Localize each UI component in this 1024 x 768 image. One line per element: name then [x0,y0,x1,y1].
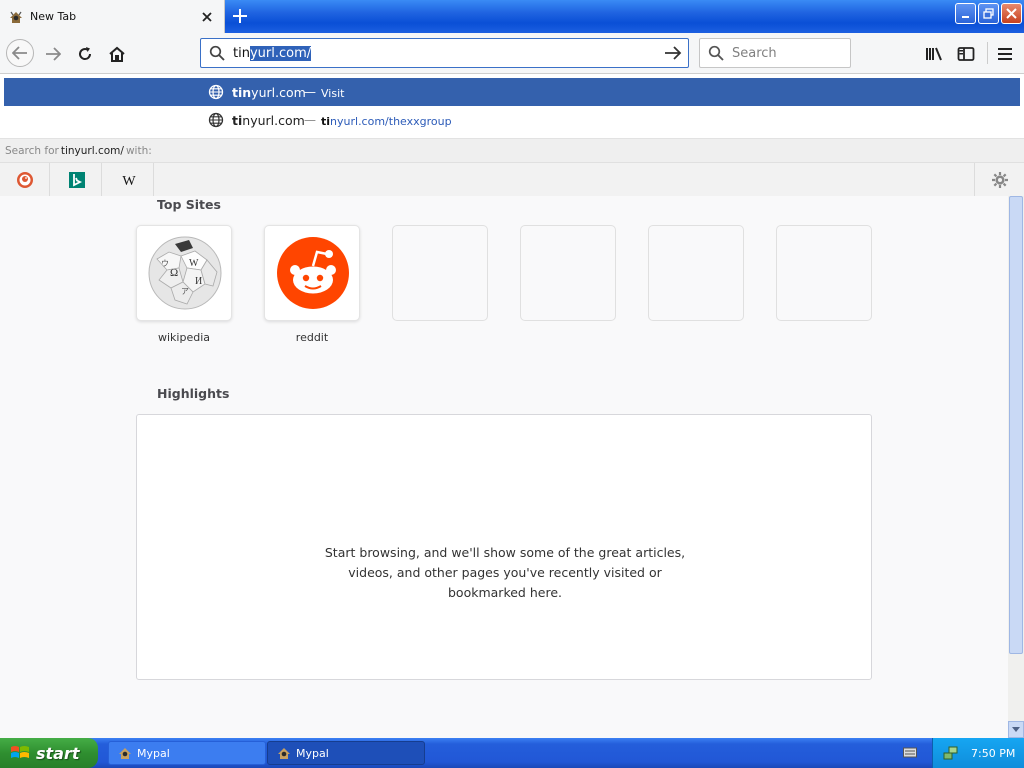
address-text: tin yurl.com/ [233,45,312,61]
autocomplete-title: tinyurl.com [232,112,305,128]
mypal-app-icon [278,748,290,759]
scrollbar-thumb[interactable] [1009,196,1023,654]
autocomplete-title: tinyurl.com [232,84,306,100]
sidebar-toggle-icon[interactable] [953,41,979,67]
home-icon[interactable] [104,41,130,67]
top-site-label: reddit [295,331,329,344]
svg-text:ウ: ウ [161,259,169,268]
close-window-icon[interactable] [1001,3,1022,24]
svg-text:W: W [122,174,136,187]
start-label: start [36,743,80,763]
search-icon [209,45,225,61]
mypal-favicon-icon [10,11,22,23]
autocomplete-action: Visit [321,87,345,100]
window-titlebar: New Tab [0,0,1024,33]
search-for-query: tinyurl.com/ [60,144,124,157]
svg-text:ア: ア [181,287,189,296]
top-site-tile-empty[interactable] [520,225,616,321]
top-site-tile-wikipedia[interactable]: Ω W И ウ ア [136,225,232,321]
system-tray: 7:50 PM [932,738,1024,768]
mypal-app-icon [119,748,131,759]
tab-new-tab[interactable]: New Tab [0,0,225,33]
forward-arrow-icon[interactable] [40,41,66,67]
address-autofill-selection: yurl.com/ [249,45,312,61]
top-site-tile-empty[interactable] [776,225,872,321]
vertical-scrollbar[interactable] [1008,196,1024,738]
svg-text:W: W [189,258,199,269]
autocomplete-row-history[interactable]: tinyurl.com — tinyurl.com/thexxgroup [4,106,1020,134]
new-tab-page: Top Sites Ω W И ウ ア wikipedia reddit Hig… [0,196,1008,738]
toolbar-separator [987,42,988,64]
top-sites-title: Top Sites [157,197,221,212]
tab-title: New Tab [30,10,77,23]
clock: 7:50 PM [971,746,1016,760]
reddit-icon [277,237,349,309]
start-button[interactable]: start [0,738,98,768]
taskbar-item-label: Mypal [296,746,329,760]
search-bar[interactable]: Search [699,38,851,68]
reload-icon[interactable] [72,41,98,67]
autocomplete-dash: — [304,113,316,127]
windows-logo-icon [11,746,29,758]
search-settings-gear-icon[interactable] [974,163,1024,197]
restore-icon[interactable] [978,3,999,24]
top-site-tile-empty[interactable] [648,225,744,321]
network-icon[interactable] [943,745,959,761]
new-tab-plus-icon[interactable] [228,5,252,27]
navigation-toolbar: tin yurl.com/ Search [0,33,1024,74]
search-for-suffix: with: [125,144,152,157]
search-icon [708,45,724,61]
highlights-empty-state: Start browsing, and we'll show some of t… [136,414,872,680]
autocomplete-url: tinyurl.com/thexxgroup [321,115,452,128]
back-arrow-icon[interactable] [6,39,34,67]
address-typed: tin [233,45,250,61]
library-icon[interactable] [921,41,947,67]
wikipedia-icon[interactable]: W [104,163,154,197]
svg-text:Ω: Ω [170,267,178,279]
taskbar-item-mypal[interactable]: Mypal [108,741,266,765]
taskbar-item-label: Mypal [137,746,170,760]
address-bar[interactable]: tin yurl.com/ [200,38,689,68]
scroll-down-arrow-icon[interactable] [1008,721,1024,738]
autocomplete-row-visit[interactable]: tinyurl.com — Visit [4,78,1020,106]
top-site-tile-reddit[interactable] [264,225,360,321]
highlights-title: Highlights [157,386,230,401]
wikipedia-icon: Ω W И ウ ア [148,236,222,310]
top-site-label: wikipedia [157,331,210,344]
svg-text:И: И [195,276,202,287]
search-for-prefix: Search for [5,144,59,157]
globe-icon [208,84,224,100]
top-site-tile-empty[interactable] [392,225,488,321]
tab-close-icon[interactable] [198,8,216,26]
minimize-icon[interactable] [955,3,976,24]
taskbar-item-mypal-active[interactable]: Mypal [267,741,425,765]
duckduckgo-icon[interactable] [0,163,50,197]
url-autocomplete-popup: tinyurl.com — Visit tinyurl.com — tinyur… [0,74,1024,197]
go-arrow-icon[interactable] [664,45,682,61]
search-placeholder: Search [732,45,777,61]
one-off-search-engines: W [0,162,1024,197]
search-for-label: Search for tinyurl.com/ with: [0,138,1024,162]
highlights-message: Start browsing, and we'll show some of t… [324,545,686,600]
keyboard-icon[interactable] [903,746,917,761]
taskbar: start Mypal Mypal 7:50 PM [0,738,1024,768]
globe-icon [208,112,224,128]
bing-icon[interactable] [52,163,102,197]
autocomplete-dash: — [304,85,316,99]
hamburger-menu-icon[interactable] [992,41,1018,67]
